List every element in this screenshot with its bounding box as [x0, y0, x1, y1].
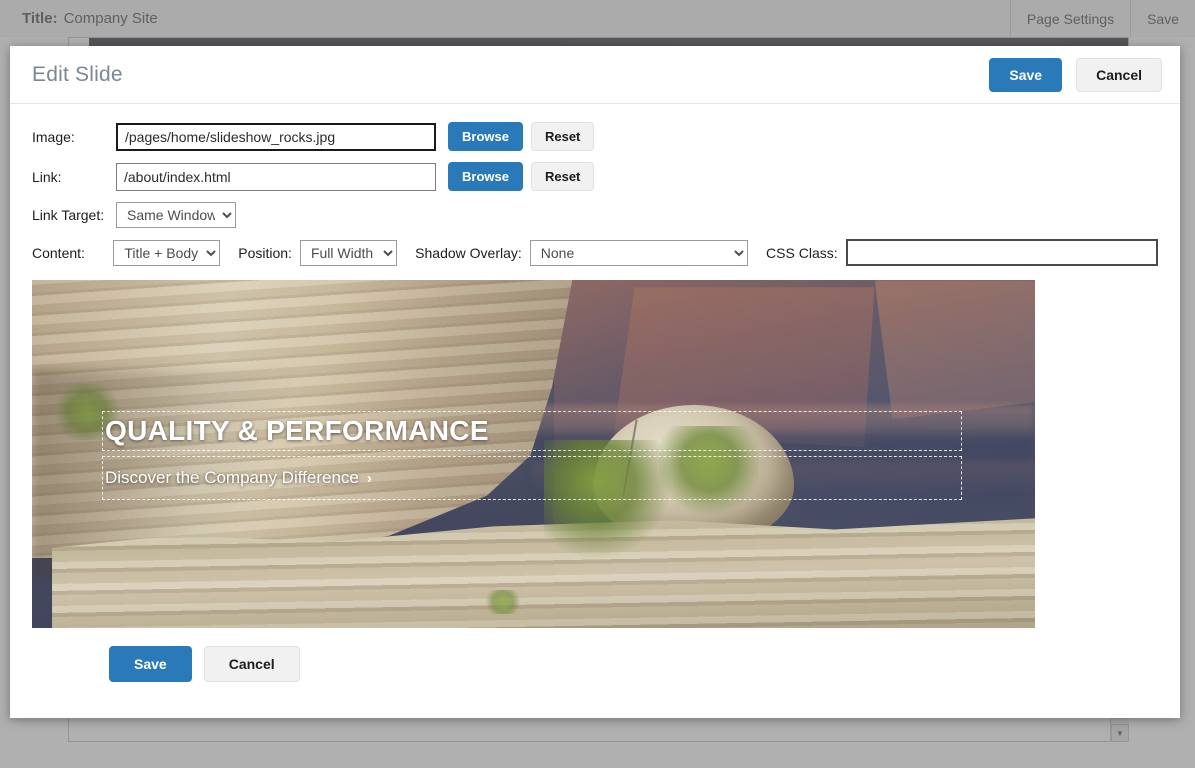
overlay-title-text: QUALITY & PERFORMANCE: [103, 415, 489, 447]
link-target-label: Link Target:: [32, 207, 116, 223]
position-select[interactable]: Full Width: [300, 240, 397, 266]
dialog-footer-actions: Save Cancel: [109, 646, 1158, 682]
content-select[interactable]: Title + Body: [113, 240, 220, 266]
slide-preview[interactable]: QUALITY & PERFORMANCE Discover the Compa…: [32, 280, 1035, 628]
position-label: Position:: [238, 245, 292, 261]
link-field-row: Link: Browse Reset: [32, 162, 1158, 191]
content-settings-row: Content: Title + Body Position: Full Wid…: [32, 239, 1158, 266]
overlay-title-editable[interactable]: QUALITY & PERFORMANCE: [102, 411, 962, 451]
header-cancel-button[interactable]: Cancel: [1076, 58, 1162, 92]
image-input[interactable]: [116, 123, 436, 151]
shadow-overlay-label: Shadow Overlay:: [415, 245, 522, 261]
link-target-row: Link Target: Same Window: [32, 202, 1158, 228]
dialog-header: Edit Slide Save Cancel: [10, 46, 1180, 104]
content-label: Content:: [32, 245, 113, 261]
css-class-label: CSS Class:: [766, 245, 838, 261]
link-input[interactable]: [116, 163, 436, 191]
edit-slide-dialog: Edit Slide Save Cancel Image: Browse Res…: [10, 46, 1180, 718]
image-field-row: Image: Browse Reset: [32, 122, 1158, 151]
overlay-body-editable[interactable]: Discover the Company Difference ›: [102, 456, 962, 500]
header-save-button[interactable]: Save: [989, 58, 1062, 92]
link-target-select[interactable]: Same Window: [116, 202, 236, 228]
dialog-header-actions: Save Cancel: [989, 58, 1162, 92]
link-label: Link:: [32, 169, 116, 185]
link-browse-button[interactable]: Browse: [448, 162, 523, 191]
shadow-overlay-select[interactable]: None: [530, 240, 748, 266]
overlay-body-text: Discover the Company Difference: [103, 468, 359, 488]
chevron-right-icon: ›: [367, 470, 372, 487]
footer-save-button[interactable]: Save: [109, 646, 192, 682]
image-browse-button[interactable]: Browse: [448, 122, 523, 151]
footer-cancel-button[interactable]: Cancel: [204, 646, 300, 682]
image-reset-button[interactable]: Reset: [531, 122, 594, 151]
preview-photo-mesa-b: [875, 280, 1035, 419]
css-class-input[interactable]: [846, 239, 1158, 266]
image-label: Image:: [32, 129, 116, 145]
link-reset-button[interactable]: Reset: [531, 162, 594, 191]
dialog-body: Image: Browse Reset Link: Browse Reset L…: [10, 104, 1180, 682]
dialog-title: Edit Slide: [32, 63, 123, 87]
preview-photo-bush: [483, 590, 523, 614]
